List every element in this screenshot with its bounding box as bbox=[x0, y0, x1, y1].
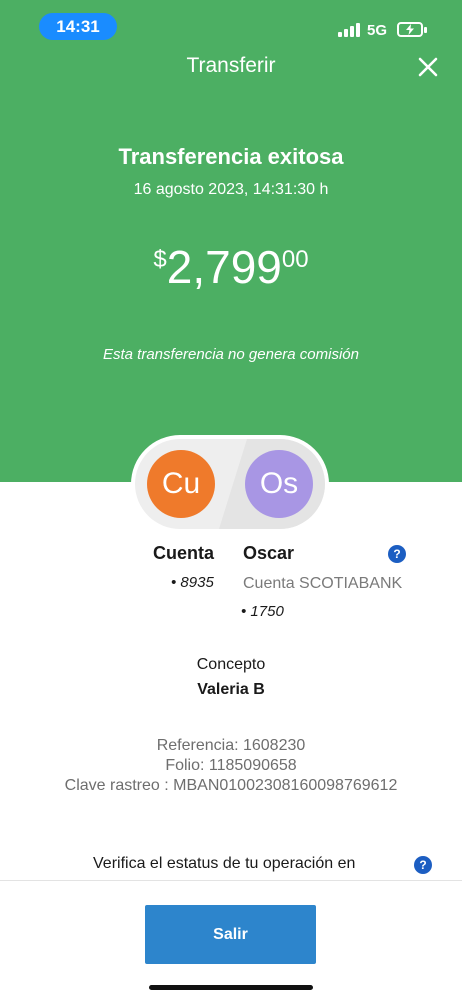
page-title: Transferir bbox=[186, 54, 276, 77]
destination-account: • 1750 bbox=[241, 603, 284, 620]
destination-bank: Cuenta SCOTIABANK bbox=[243, 575, 403, 592]
close-icon[interactable] bbox=[415, 54, 441, 80]
origin-account: • 8935 bbox=[171, 574, 214, 591]
verify-status-text: Verifica el estatus de tu operación en bbox=[93, 855, 356, 872]
status-time: 14:31 bbox=[39, 13, 117, 40]
destination-avatar: Os bbox=[245, 450, 313, 518]
origin-name: Cuenta bbox=[153, 543, 215, 563]
reference-number: Referencia: 1608230 bbox=[156, 737, 306, 754]
home-indicator bbox=[149, 985, 313, 990]
tracking-key: Clave rastreo : MBAN01002308160098769612 bbox=[64, 777, 398, 794]
amount-integer: 2,799 bbox=[166, 241, 282, 293]
question-icon[interactable]: ? bbox=[388, 545, 406, 563]
concept-value: Valeria B bbox=[197, 681, 265, 698]
transfer-datetime: 16 agosto 2023, 14:31:30 h bbox=[133, 181, 329, 198]
destination-name: Oscar bbox=[243, 543, 295, 563]
network-label: 5G bbox=[367, 22, 388, 39]
footer-divider bbox=[0, 880, 462, 881]
folio-number: Folio: 1185090658 bbox=[165, 757, 297, 774]
amount-currency: $ bbox=[153, 246, 167, 273]
battery-cap bbox=[424, 27, 427, 33]
exit-button[interactable]: Salir bbox=[145, 905, 316, 964]
transfer-status-title: Transferencia exitosa bbox=[118, 144, 344, 169]
battery-charging-icon bbox=[397, 22, 423, 37]
question-icon[interactable]: ? bbox=[414, 856, 432, 874]
concept-label: Concepto bbox=[196, 656, 266, 673]
fee-note: Esta transferencia no genera comisión bbox=[103, 346, 359, 363]
transfer-amount: $2,79900 bbox=[0, 240, 462, 294]
origin-avatar: Cu bbox=[147, 450, 215, 518]
signal-icon bbox=[338, 23, 362, 37]
amount-decimal: 00 bbox=[281, 246, 309, 273]
